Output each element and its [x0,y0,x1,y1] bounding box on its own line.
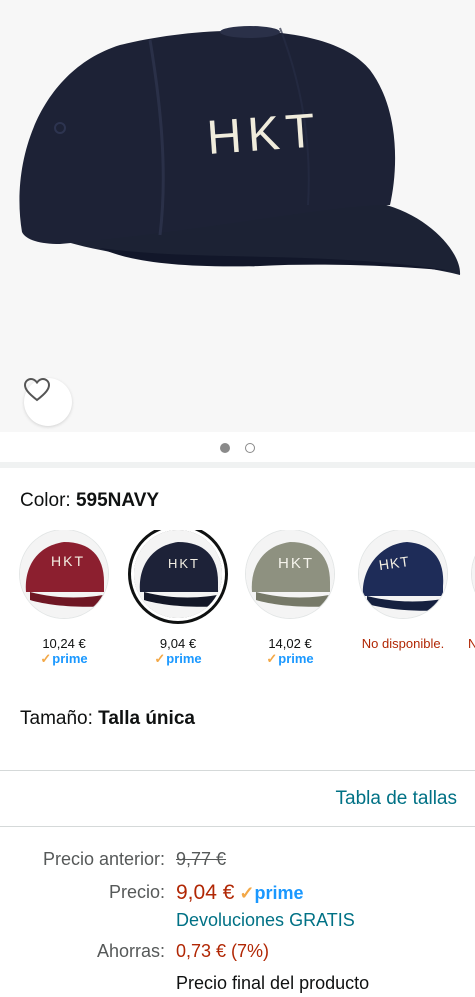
size-value: Talla única [98,708,195,729]
carousel-indicator [0,440,475,458]
price-value-group: 9,04 € ✓prime [176,881,304,905]
previous-price-label: Precio anterior: [42,849,165,869]
swatch-price: 10,24 € [42,636,86,651]
cap-thumb-text: HKT [51,553,85,569]
heart-outline-icon [24,378,50,402]
prime-label: prime [254,883,304,903]
swatch-olive[interactable]: HKT 14,02 € ✓prime [234,530,346,667]
cap-thumb-text: HKT [278,555,314,572]
swatch-burgundy[interactable]: HKT 10,24 € ✓prime [8,530,120,667]
price-label: Precio: [108,882,165,902]
savings-value: 0,73 € (7%) [176,941,270,961]
swatch-price: 9,04 € [159,636,197,651]
cap-thumbnail: HKT [246,530,334,618]
cap-thumbnail: HKT [134,530,222,618]
size-selection: Tamaño: Talla única [20,708,195,730]
wishlist-button[interactable] [24,378,72,426]
section-divider [0,462,475,468]
product-image[interactable]: HKT [0,0,475,432]
color-selection-label: Color: 595NAVY [20,490,159,512]
swatch-unavailable: No disponible. [361,636,445,651]
size-chart-link[interactable]: Tabla de tallas [336,788,457,810]
cap-illustration: HKT [19,26,461,275]
cap-logo-text: HKT [205,104,322,165]
cap-thumbnail: HKT [20,530,108,618]
swatch-unavailable: N [468,636,475,651]
swatch-navy[interactable]: HKT 9,04 € ✓prime [122,530,234,667]
prime-label: prime [278,651,314,666]
prime-label: prime [166,651,202,666]
final-price-note: Precio final del producto [176,973,370,993]
prime-badge: ✓prime [122,651,234,667]
prime-check-icon: ✓ [239,883,255,903]
savings-label: Ahorras: [96,941,165,961]
price-value: 9,04 € [176,881,235,904]
prime-badge: ✓prime [239,883,303,903]
swatch-price: 14,02 € [268,636,312,651]
free-returns-link[interactable]: Devoluciones GRATIS [176,910,355,931]
carousel-dot[interactable] [244,443,255,453]
carousel-dot-active[interactable] [220,443,231,453]
swatch-image[interactable]: HKT [359,530,447,618]
divider [0,770,475,771]
prime-check-icon: ✓ [154,651,166,666]
cap-thumbnail: HKT [359,530,447,618]
swatch-image[interactable]: HKT [20,530,108,618]
prime-check-icon: ✓ [266,651,278,666]
swatch-royal-navy[interactable]: HKT No disponible. [347,530,459,651]
swatch-partial[interactable]: N [460,530,475,651]
swatch-image[interactable]: HKT [246,530,334,618]
color-value: 595NAVY [75,490,160,511]
prime-label: prime [52,651,88,666]
prime-badge: ✓prime [234,651,346,667]
cap-thumb-text: HKT [168,556,200,571]
prime-badge: ✓prime [8,651,120,667]
size-label: Tamaño: [20,708,93,729]
color-label: Color: [20,490,71,511]
previous-price-value: 9,77 € [176,849,227,869]
prime-check-icon: ✓ [40,651,52,666]
color-swatches: HKT 10,24 € ✓prime HKT 9,04 € ✓prime HKT [0,530,475,680]
divider [0,826,475,827]
swatch-image-selected[interactable]: HKT [134,530,222,618]
